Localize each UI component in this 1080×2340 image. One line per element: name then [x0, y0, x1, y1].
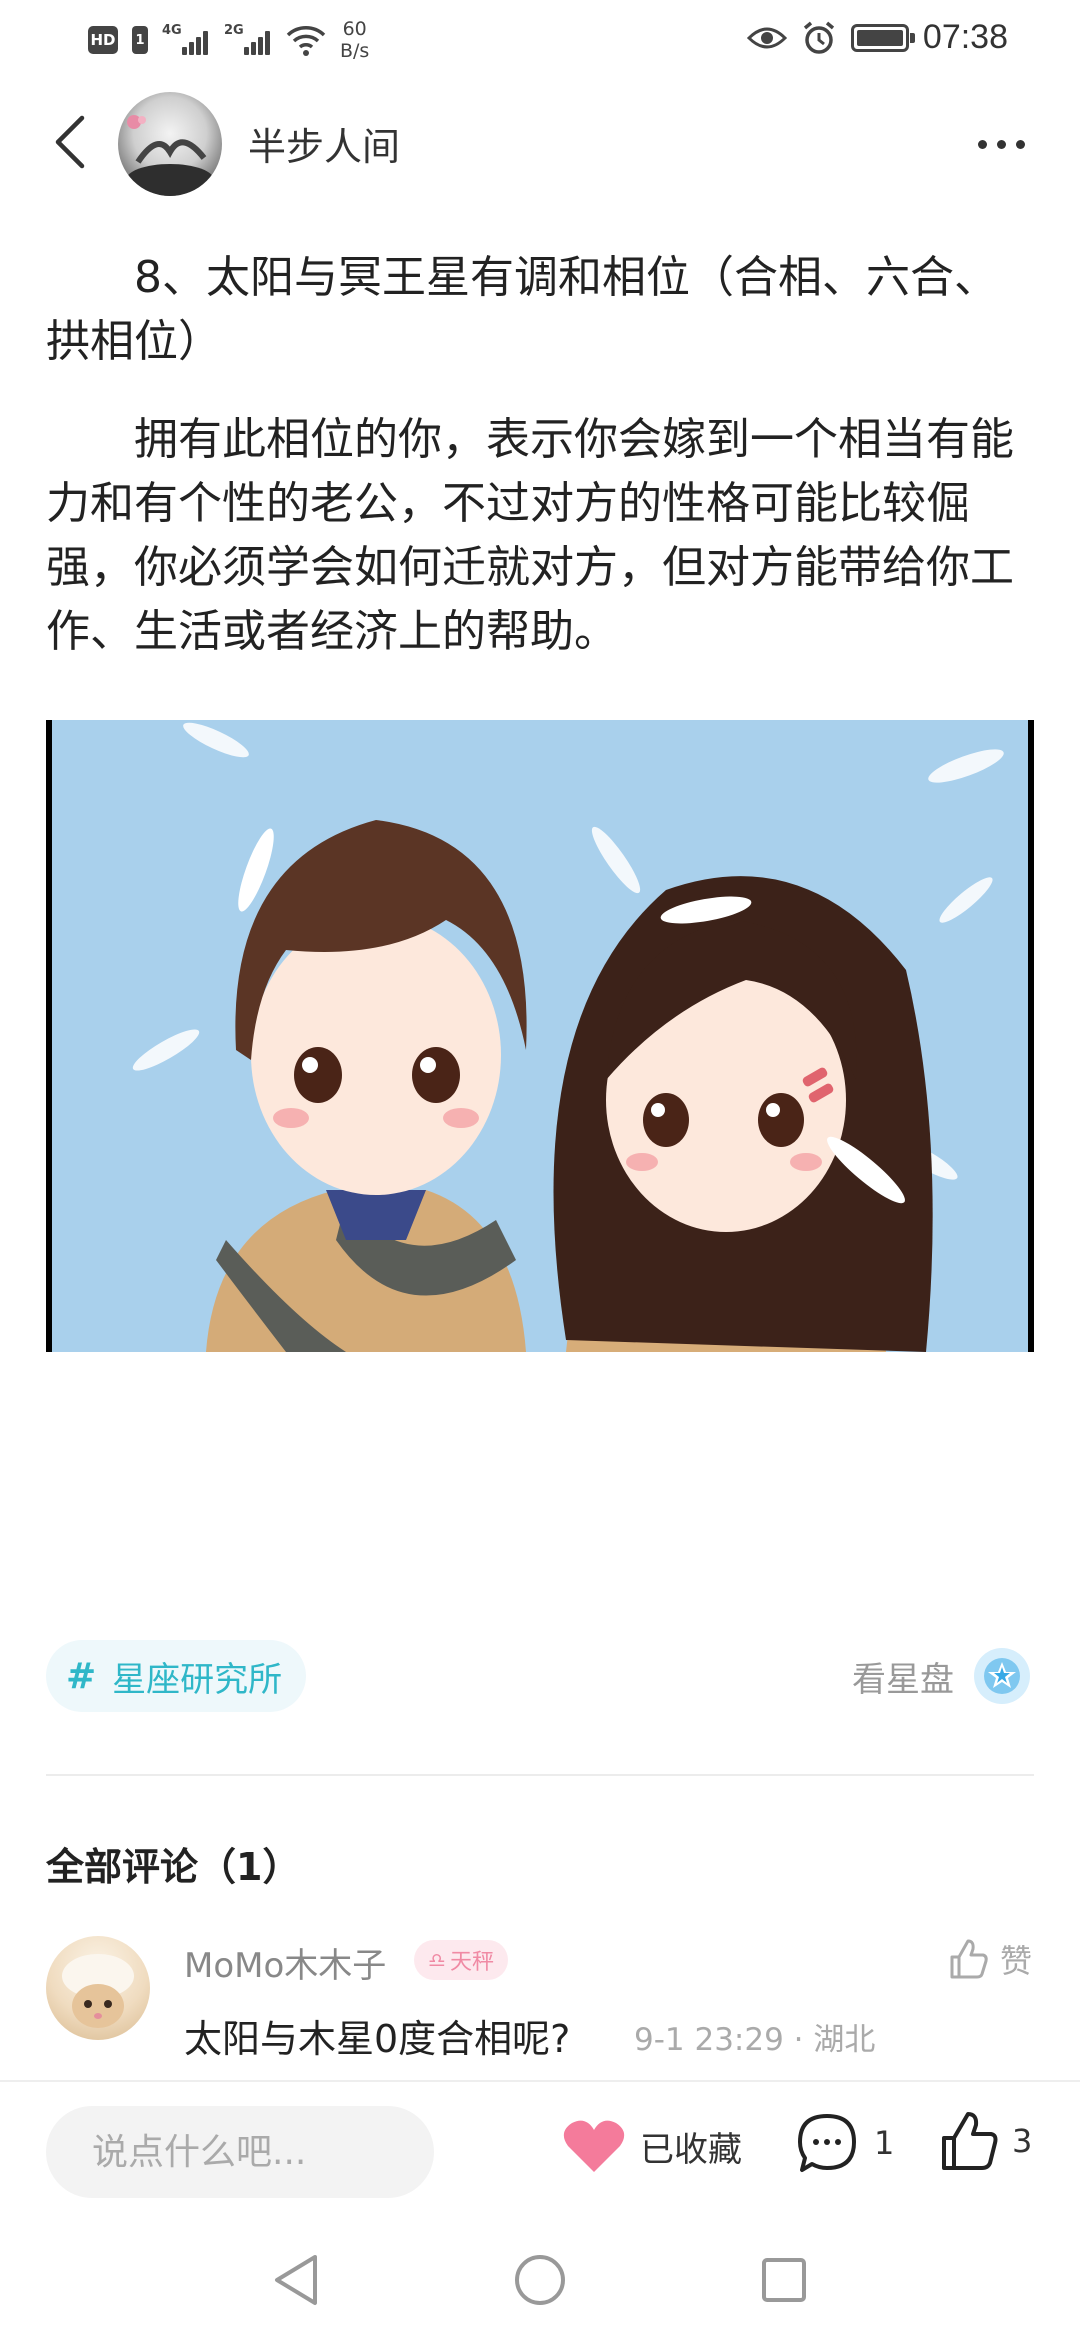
chevron-left-icon	[55, 115, 85, 169]
article-paragraph: 拥有此相位的你，表示你会嫁到一个相当有能力和有个性的老公，不过对方的性格可能比较…	[46, 414, 1014, 657]
thumbs-up-icon	[942, 2112, 998, 2170]
article-illustration[interactable]	[46, 720, 1034, 1352]
like-count: 3	[1012, 2122, 1033, 2160]
view-chart-label: 看星盘	[852, 1659, 954, 1700]
network-speed: 60 B/s	[340, 18, 369, 62]
square-recents-icon	[762, 2258, 806, 2302]
like-button[interactable]: 3	[938, 2110, 1032, 2172]
commenter-name[interactable]: MoMo木木子	[184, 1938, 386, 1987]
speed-unit: B/s	[340, 40, 370, 62]
hd-badge: HD	[88, 26, 118, 54]
hash-icon: #	[66, 1655, 97, 1697]
thumbs-up-icon	[950, 1939, 988, 1979]
comment-text: 太阳与木星0度合相呢?	[184, 2017, 571, 2061]
libra-icon: ♎	[428, 1948, 446, 1972]
clock: 07:38	[922, 18, 1008, 56]
battery-icon	[850, 23, 915, 52]
status-left: HD 1 4G 2G 60 B/s	[88, 18, 369, 62]
comment-like-label: 赞	[999, 1942, 1032, 1980]
article-body: 8、太阳与冥王星有调和相位（合相、六合、拱相位） 拥有此相位的你，表示你会嫁到一…	[46, 246, 1036, 698]
author-avatar[interactable]	[118, 92, 222, 196]
bottom-action-bar: 已收藏 1 3	[0, 2080, 1080, 2220]
favorite-label: 已收藏	[640, 2129, 742, 2170]
nav-recents-button[interactable]	[754, 2250, 814, 2310]
alarm-icon	[803, 21, 835, 54]
comment-button[interactable]: 1	[796, 2112, 894, 2174]
signal-4g-icon: 4G	[162, 23, 210, 57]
article-heading: 8、太阳与冥王星有调和相位（合相、六合、拱相位）	[46, 252, 998, 367]
signal-2g-icon: 2G	[224, 23, 272, 57]
favorite-button[interactable]: 已收藏	[562, 2118, 742, 2174]
system-nav-bar	[0, 2220, 1080, 2340]
status-right: 07:38	[746, 18, 1008, 57]
triangle-back-icon	[275, 2255, 317, 2305]
comments-title: 全部评论（1）	[46, 1845, 301, 1889]
zodiac-name: 天秤	[449, 1950, 494, 1975]
more-options-button[interactable]	[966, 116, 1036, 172]
comment-bubble-icon	[798, 2114, 856, 2172]
section-divider	[46, 1774, 1034, 1776]
comment-input[interactable]	[46, 2106, 434, 2198]
more-dots-icon	[977, 139, 987, 149]
cartoon-couple-image	[52, 720, 1028, 1352]
zodiac-badge: ♎ 天秤	[414, 1940, 508, 1980]
status-bar: HD 1 4G 2G 60 B/s 07:38	[0, 0, 1080, 80]
back-button[interactable]	[40, 112, 100, 172]
nav-back-button[interactable]	[266, 2250, 326, 2310]
commenter-avatar[interactable]	[46, 1936, 150, 2040]
nav-home-button[interactable]	[510, 2250, 570, 2310]
signal-2g-label: 2G	[224, 23, 244, 38]
wifi-icon	[286, 26, 326, 56]
topic-tag[interactable]: # 星座研究所	[46, 1640, 307, 1712]
speed-value: 60	[342, 18, 367, 40]
comment-like-button[interactable]: 赞	[946, 1936, 1032, 1982]
star-badge-icon	[974, 1648, 1030, 1704]
sim-badge: 1	[132, 26, 148, 54]
topic-name: 星座研究所	[112, 1659, 283, 1700]
eye-icon	[746, 27, 787, 48]
comment-item: MoMo木木子 ♎ 天秤 赞 太阳与木星0度合相呢? 9-1 23:29 · 湖…	[46, 1936, 1036, 2076]
heart-icon	[563, 2120, 625, 2172]
signal-4g-label: 4G	[162, 23, 182, 38]
comment-count: 1	[874, 2124, 895, 2162]
comment-meta: 9-1 23:29 · 湖北	[634, 2022, 876, 2058]
view-chart-link[interactable]: 看星盘	[852, 1648, 1030, 1704]
circle-home-icon	[515, 2255, 565, 2305]
author-name[interactable]: 半步人间	[248, 116, 400, 171]
post-header: 半步人间	[0, 86, 1080, 206]
